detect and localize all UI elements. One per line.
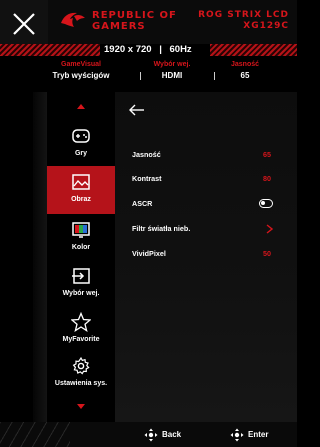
- close-button[interactable]: [0, 0, 48, 48]
- sidebar-item-gry[interactable]: Gry: [47, 120, 115, 168]
- color-icon: [72, 222, 90, 238]
- resolution-text: 1920 x 720: [104, 44, 152, 55]
- brightness-status: Jasność 65: [230, 61, 260, 80]
- image-icon: [72, 174, 90, 190]
- joystick-icon: [144, 428, 158, 441]
- gamevisual-status: GameVisual Tryb wyścigów: [52, 61, 110, 80]
- decor-slashes: [0, 422, 70, 447]
- settings-panel: Jasność 65 Kontrast 80 ASCR Filtr światł…: [115, 92, 297, 422]
- ascr-toggle[interactable]: [259, 199, 273, 208]
- model-name: ROG STRIX LCD XG129C: [198, 10, 289, 31]
- sidebar-item-kolor[interactable]: Kolor: [47, 214, 115, 262]
- decor-stripes-left: [0, 44, 100, 56]
- setting-kontrast[interactable]: Kontrast 80: [132, 172, 297, 186]
- decor-stripes-right: [210, 44, 297, 56]
- back-button[interactable]: Back: [144, 422, 181, 447]
- close-icon: [13, 13, 35, 35]
- enter-label: Enter: [248, 430, 269, 439]
- category-sidebar: Gry Obraz Kolor Wybór wej. MyFavorite Us…: [33, 92, 115, 422]
- setting-label: VividPixel: [132, 249, 166, 258]
- sidebar-item-label: Wybór wej.: [62, 290, 100, 297]
- sidebar-item-label: Gry: [74, 150, 88, 157]
- sidebar-item-label: Ustawienia sys.: [54, 380, 108, 387]
- chevron-right-icon: [266, 224, 273, 234]
- sidebar-item-myfavorite[interactable]: MyFavorite: [47, 306, 115, 354]
- input-icon: [72, 268, 90, 284]
- back-arrow-icon[interactable]: [129, 104, 145, 116]
- sidebar-item-ustawienia-sys[interactable]: Ustawienia sys.: [47, 350, 115, 398]
- setting-jasnosc[interactable]: Jasność 65: [132, 148, 297, 162]
- setting-label: ASCR: [132, 199, 153, 208]
- setting-value: 80: [263, 174, 271, 183]
- setting-label: Jasność: [132, 150, 161, 159]
- sidebar-item-wybor-wej[interactable]: Wybór wej.: [47, 260, 115, 308]
- setting-value: 50: [263, 249, 271, 258]
- input-status: Wybór wej. HDMI: [153, 61, 191, 80]
- gamepad-icon: [72, 129, 90, 143]
- setting-value: 65: [263, 150, 271, 159]
- osd-header: REPUBLIC OF GAMERS ROG STRIX LCD XG129C: [48, 0, 297, 46]
- sidebar-item-label: Kolor: [71, 244, 91, 251]
- setting-ascr[interactable]: ASCR: [132, 197, 297, 211]
- setting-vividpixel[interactable]: VividPixel 50: [132, 247, 297, 261]
- brand-name: REPUBLIC OF GAMERS: [92, 10, 177, 32]
- scroll-up-icon[interactable]: [77, 104, 85, 109]
- star-icon: [71, 312, 91, 332]
- refresh-rate-text: 60Hz: [169, 44, 192, 55]
- joystick-icon: [230, 428, 244, 441]
- back-label: Back: [162, 430, 182, 439]
- sidebar-item-obraz[interactable]: Obraz: [47, 166, 115, 214]
- sidebar-item-label: Obraz: [71, 196, 91, 203]
- enter-button[interactable]: Enter: [230, 422, 268, 447]
- scroll-down-icon[interactable]: [77, 404, 85, 409]
- footer-bar: Back Enter: [0, 422, 297, 447]
- status-divider: [214, 72, 215, 80]
- setting-filtr-swiatla[interactable]: Filtr światła nieb.: [132, 222, 297, 236]
- status-divider: [140, 72, 141, 80]
- resolution-bar: 1920 x 720 | 60Hz: [0, 44, 297, 56]
- rog-logo-icon: [61, 12, 85, 27]
- status-row: GameVisual Tryb wyścigów Wybór wej. HDMI…: [0, 60, 297, 92]
- setting-label: Kontrast: [132, 174, 162, 183]
- setting-label: Filtr światła nieb.: [132, 224, 191, 233]
- gear-icon: [72, 356, 90, 375]
- sidebar-item-label: MyFavorite: [62, 336, 100, 343]
- resolution-readout: 1920 x 720 | 60Hz: [100, 44, 210, 56]
